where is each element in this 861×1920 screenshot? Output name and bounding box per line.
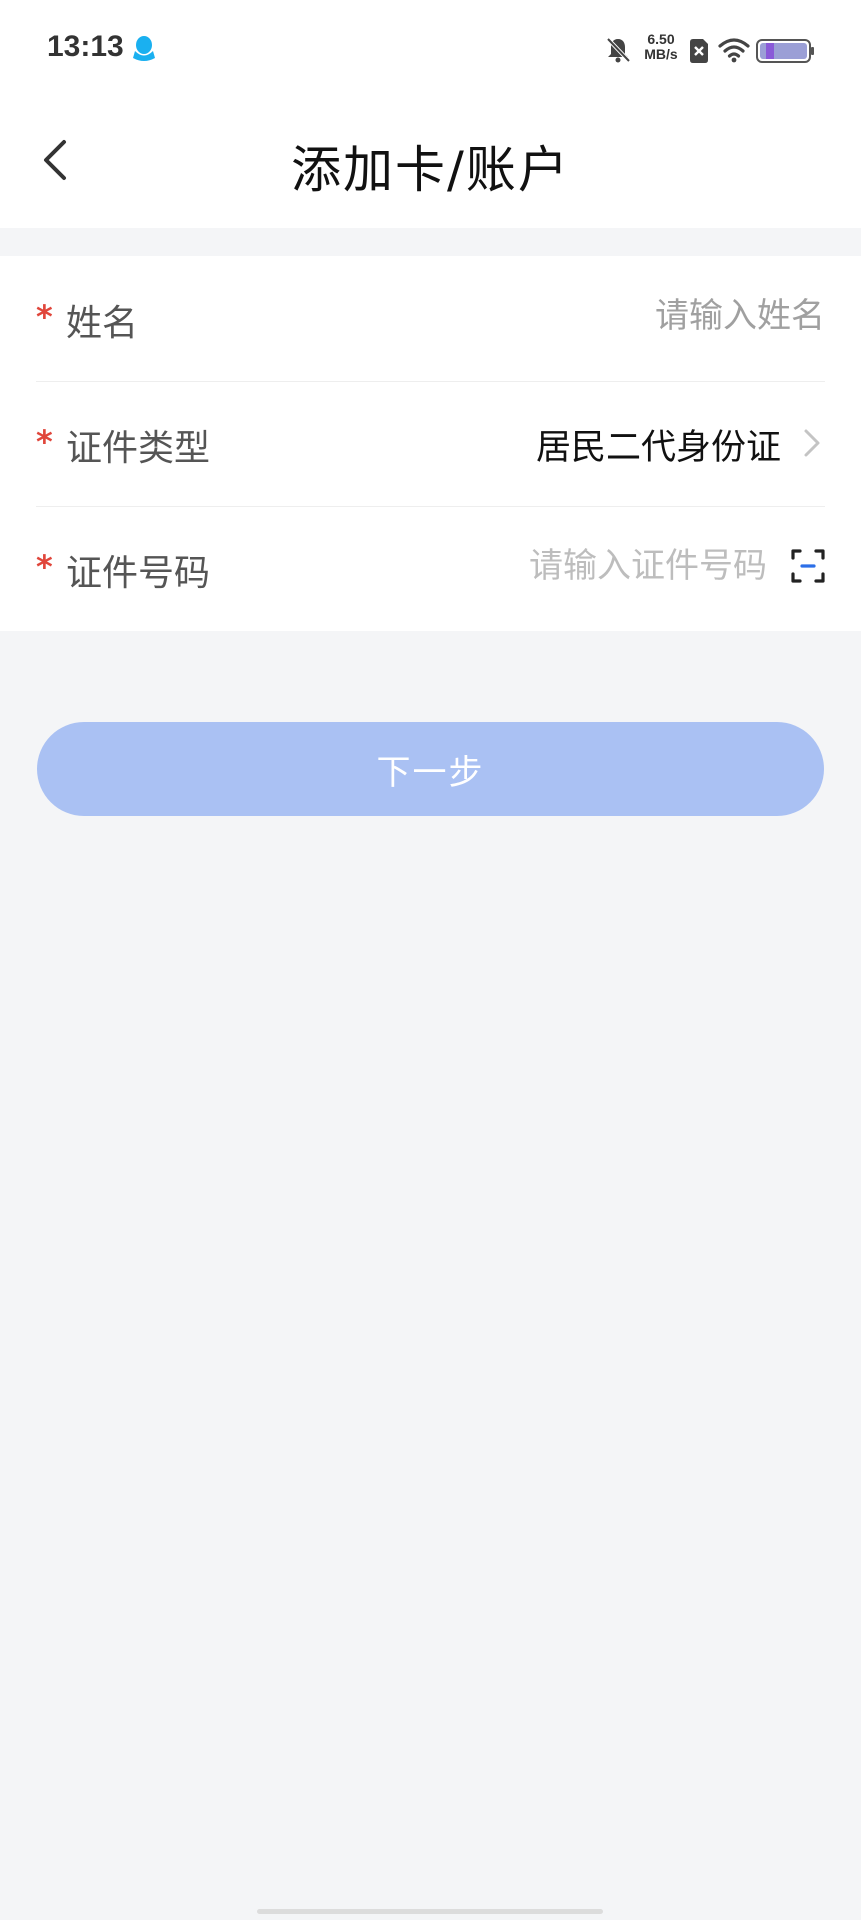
id-number-input[interactable] [467,536,767,596]
net-speed-unit: MB/s [644,46,678,62]
required-mark: * [36,423,53,461]
screen: 13:13 6.50 MB/s 添加卡/账户 * 姓名 请输入姓名 * 证件类型… [0,0,861,1920]
scan-icon[interactable] [791,548,825,584]
sim-off-icon [690,39,708,63]
name-label: 姓名 [66,303,139,344]
page-title: 添加卡/账户 [291,141,570,199]
qq-icon [133,36,155,61]
chevron-right-icon [804,429,820,457]
name-row: * 姓名 [36,256,825,382]
id-type-label: 证件类型 [66,428,211,469]
status-bar: 13:13 6.50 MB/s [0,0,861,100]
id-number-label: 证件号码 [66,553,211,594]
status-time: 13:13 [47,30,124,63]
net-speed-value: 6.50 [647,31,675,47]
required-mark: * [36,548,53,586]
required-mark: * [36,298,53,336]
next-button[interactable]: 下一步 [37,722,824,816]
id-number-row: * 证件号码 [36,506,825,631]
battery-icon [756,39,814,63]
name-input[interactable] [495,286,825,346]
wifi-icon [718,38,750,63]
net-speed: 6.50 MB/s [639,32,683,62]
form-card: * 姓名 * 证件类型 居民二代身份证 * 证件号码 [0,256,861,631]
id-type-row[interactable]: * 证件类型 居民二代身份证 [36,381,825,507]
header: 添加卡/账户 [0,100,861,228]
id-type-select[interactable]: 居民二代身份证 [536,419,781,470]
home-indicator [257,1909,603,1914]
bell-muted-icon [606,37,631,63]
